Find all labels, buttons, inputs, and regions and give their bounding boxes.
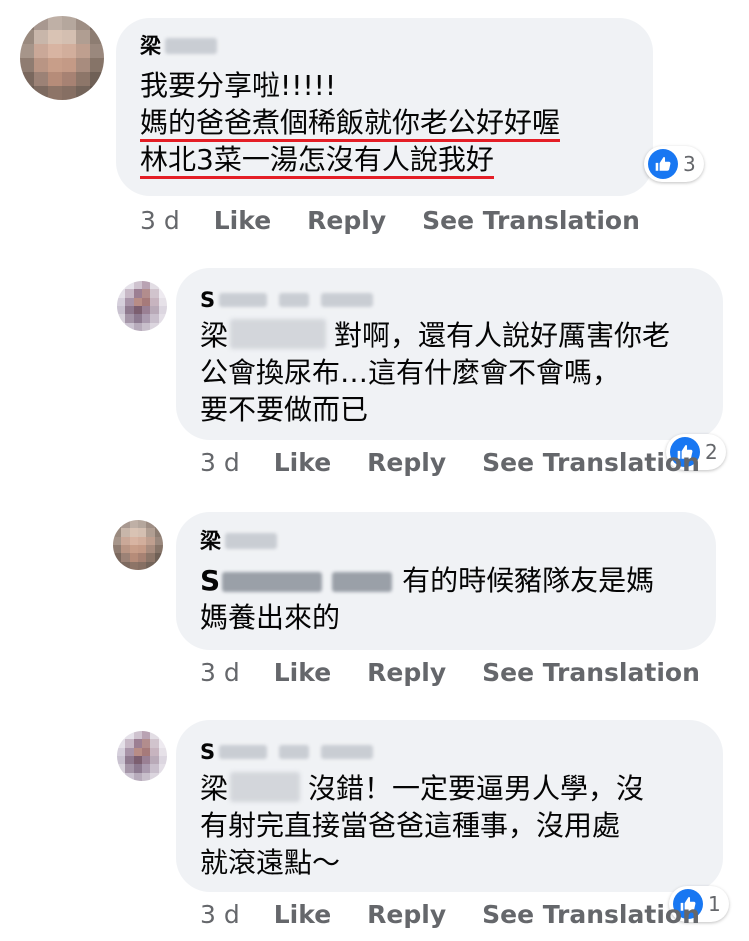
comment-text: 我要分享啦!!!!! 媽的爸爸煮個稀飯就你老公好好喔 林北3菜一湯怎沒有人說我好	[140, 67, 561, 179]
comment-text: 梁沒錯！一定要逼男人學，沒 有射完直接當爸爸這種事，沒用處 就滾遠點～	[200, 770, 644, 881]
red-underline: 林北3菜一湯怎沒有人說我好	[140, 143, 494, 179]
reply-link[interactable]: Reply	[307, 206, 386, 235]
reaction-count: 1	[708, 892, 721, 916]
comment-timestamp[interactable]: 3 d	[200, 900, 240, 929]
comment-line: 公會換尿布…這有什麼會不會嗎，	[200, 356, 621, 389]
author-name-redacted	[219, 293, 268, 307]
mention-redacted	[222, 572, 323, 592]
author-name-redacted	[321, 745, 374, 759]
reaction-summary[interactable]: 3	[644, 146, 704, 182]
avatar[interactable]	[20, 16, 104, 100]
comment-line: 就滾遠點～	[200, 846, 341, 879]
author-name-redacted	[219, 745, 268, 759]
comment-meta: 3 d Like Reply See Translation	[200, 448, 700, 477]
author-name-redacted	[165, 38, 217, 54]
avatar[interactable]	[113, 520, 163, 570]
avatar[interactable]	[117, 731, 167, 781]
reply-link[interactable]: Reply	[367, 900, 446, 929]
comment-author[interactable]: 梁	[140, 33, 217, 59]
see-translation-link[interactable]: See Translation	[422, 206, 640, 235]
like-link[interactable]: Like	[274, 900, 331, 929]
comment-line: 有射完直接當爸爸這種事，沒用處	[200, 809, 621, 842]
comment-text: 梁對啊，還有人說好厲害你老 公會換尿布…這有什麼會不會嗎， 要不要做而已	[200, 317, 670, 428]
red-underline: 媽的爸爸煮個稀飯就你老公好好喔	[140, 106, 561, 142]
comment-author[interactable]: S	[200, 287, 374, 313]
author-name-redacted	[279, 293, 310, 307]
mention[interactable]: 梁	[200, 319, 228, 352]
comment-line: 媽的爸爸煮個稀飯就你老公好好喔	[140, 104, 561, 142]
comment-line: S 有的時候豬隊友是媽	[200, 564, 655, 597]
comment-timestamp[interactable]: 3 d	[140, 206, 180, 235]
reply-link[interactable]: Reply	[367, 448, 446, 477]
like-link[interactable]: Like	[214, 206, 271, 235]
comment-author[interactable]: 梁	[200, 528, 277, 554]
comment-line: 梁對啊，還有人說好厲害你老	[200, 319, 671, 352]
comment-line: 林北3菜一湯怎沒有人說我好	[140, 141, 560, 179]
see-translation-link[interactable]: See Translation	[482, 658, 700, 687]
author-name-redacted	[225, 533, 277, 549]
comment-line: 媽養出來的	[200, 601, 341, 634]
thumbs-up-icon	[648, 149, 678, 179]
mention[interactable]: 梁	[200, 772, 228, 805]
author-name-redacted	[321, 293, 374, 307]
reaction-count: 2	[705, 440, 718, 464]
comment-meta: 3 d Like Reply See Translation	[140, 206, 640, 235]
comment-timestamp[interactable]: 3 d	[200, 448, 240, 477]
mention-redacted	[230, 319, 327, 349]
reaction-count: 3	[683, 152, 696, 176]
comment-timestamp[interactable]: 3 d	[200, 658, 240, 687]
comment-meta: 3 d Like Reply See Translation	[200, 900, 700, 929]
see-translation-link[interactable]: See Translation	[482, 448, 700, 477]
see-translation-link[interactable]: See Translation	[482, 900, 700, 929]
author-name-redacted	[279, 745, 310, 759]
mention[interactable]: S	[200, 564, 220, 597]
comment-text: S 有的時候豬隊友是媽 媽養出來的	[200, 562, 654, 636]
comment-line: 梁沒錯！一定要逼男人學，沒	[200, 772, 645, 805]
comment-author[interactable]: S	[200, 739, 374, 765]
mention-redacted	[332, 572, 393, 592]
comment-meta: 3 d Like Reply See Translation	[200, 658, 700, 687]
avatar[interactable]	[117, 281, 167, 331]
like-link[interactable]: Like	[274, 658, 331, 687]
mention-redacted	[230, 772, 301, 802]
comment-line: 要不要做而已	[200, 393, 369, 426]
reply-link[interactable]: Reply	[367, 658, 446, 687]
like-link[interactable]: Like	[274, 448, 331, 477]
comment-line: 我要分享啦!!!!!	[140, 69, 337, 102]
